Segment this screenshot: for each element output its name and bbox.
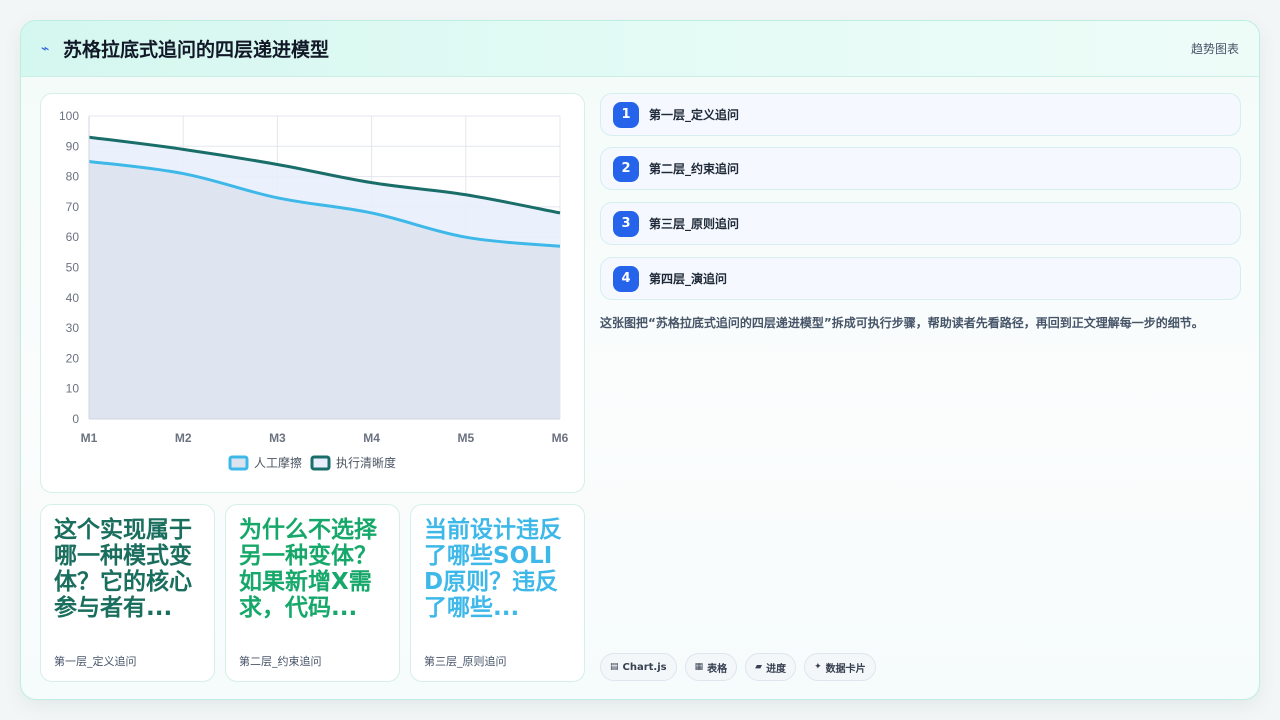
y-tick-label: 60 xyxy=(66,230,80,244)
question-layer: 第三层_原则追问 xyxy=(424,655,507,668)
step-number: 4 xyxy=(613,265,639,292)
y-tick-label: 10 xyxy=(66,382,80,396)
chip-table[interactable]: ▦ 表格 xyxy=(684,653,738,681)
step-number: 3 xyxy=(613,210,639,237)
chart-panel: 0 10 20 30 40 50 60 70 80 90 100 M1 M2 M3 M4 M5 M6 人工摩擦 执行… xyxy=(40,93,585,493)
legend-label-1: 人工摩擦 xyxy=(254,455,302,470)
legend-swatch-2 xyxy=(310,455,331,471)
x-tick-label: M6 xyxy=(552,431,569,445)
y-tick-label: 20 xyxy=(66,351,80,365)
chip-label: Chart.js xyxy=(622,661,667,673)
feature-chips: ▤ Chart.js ▦ 表格 ▰ 进度 ✦ 数据卡片 xyxy=(600,653,876,681)
step-label: 第二层_约束追问 xyxy=(649,162,740,176)
chip-chartjs[interactable]: ▤ Chart.js xyxy=(600,653,677,681)
spark-icon: ⌁ xyxy=(41,40,50,57)
chip-label: 进度 xyxy=(766,663,787,675)
question-card-2[interactable]: 为什么不选择另一种变体？如果新增X需求，代码... 第二层_约束追问 xyxy=(225,504,400,682)
question-text: 这个实现属于哪一种模式变体？它的核心参与者有... xyxy=(54,517,192,621)
step-label: 第一层_定义追问 xyxy=(649,108,740,122)
x-tick-label: M3 xyxy=(269,431,286,445)
chip-label: 数据卡片 xyxy=(825,663,866,675)
x-tick-label: M1 xyxy=(81,431,98,445)
question-layer: 第二层_约束追问 xyxy=(239,655,322,668)
main-card: ⌁ 苏格拉底式追问的四层递进模型 趋势图表 0 10 20 30 40 50 60 70 80 9… xyxy=(20,20,1260,700)
progress-icon: ▰ xyxy=(755,662,763,672)
legend-label-2: 执行清晰度 xyxy=(336,455,396,470)
sparkle-icon: ✦ xyxy=(814,662,822,672)
description: 这张图把“苏格拉底式追问的四层递进模型”拆成可执行步骤，帮助读者先看路径，再回到… xyxy=(600,316,1204,330)
chip-data-card[interactable]: ✦ 数据卡片 xyxy=(804,653,876,681)
y-tick-label: 50 xyxy=(66,261,80,275)
x-tick-label: M2 xyxy=(175,431,192,445)
step-3[interactable]: 3 第三层_原则追问 xyxy=(600,202,1241,245)
step-2[interactable]: 2 第二层_约束追问 xyxy=(600,147,1241,190)
x-tick-label: M5 xyxy=(457,431,474,445)
chip-progress[interactable]: ▰ 进度 xyxy=(745,653,797,681)
chart-type-tag[interactable]: 趋势图表 xyxy=(1191,40,1239,57)
table-icon: ▦ xyxy=(694,662,704,672)
y-tick-label: 100 xyxy=(59,109,79,123)
question-text: 为什么不选择另一种变体？如果新增X需求，代码... xyxy=(239,517,377,621)
y-tick-label: 40 xyxy=(66,291,80,305)
y-tick-label: 90 xyxy=(66,139,80,153)
area-chart: 0 10 20 30 40 50 60 70 80 90 100 M1 M2 M3 M4 M5 M6 人工摩擦 执行… xyxy=(59,109,569,471)
question-card-1[interactable]: 这个实现属于哪一种模式变体？它的核心参与者有... 第一层_定义追问 xyxy=(40,504,215,682)
step-number: 1 xyxy=(613,101,639,128)
x-tick-label: M4 xyxy=(363,431,380,445)
y-tick-label: 80 xyxy=(66,170,80,184)
question-text: 当前设计违反了哪些SOLID原则？违反了哪些... xyxy=(424,517,562,621)
y-tick-label: 30 xyxy=(66,321,80,335)
step-label: 第三层_原则追问 xyxy=(649,217,740,231)
y-tick-label: 70 xyxy=(66,200,80,214)
step-number: 2 xyxy=(613,155,639,182)
chart-icon: ▤ xyxy=(610,662,619,672)
legend-swatch-1 xyxy=(228,455,249,471)
question-layer: 第一层_定义追问 xyxy=(54,655,137,668)
chip-label: 表格 xyxy=(707,663,728,675)
header: ⌁ 苏格拉底式追问的四层递进模型 趋势图表 xyxy=(21,21,1259,77)
question-card-3[interactable]: 当前设计违反了哪些SOLID原则？违反了哪些... 第三层_原则追问 xyxy=(410,504,585,682)
y-tick-label: 0 xyxy=(72,412,79,426)
step-1[interactable]: 1 第一层_定义追问 xyxy=(600,93,1241,136)
step-label: 第四层_演追问 xyxy=(649,272,728,286)
step-4[interactable]: 4 第四层_演追问 xyxy=(600,257,1241,300)
page-title: 苏格拉底式追问的四层递进模型 xyxy=(63,39,330,61)
